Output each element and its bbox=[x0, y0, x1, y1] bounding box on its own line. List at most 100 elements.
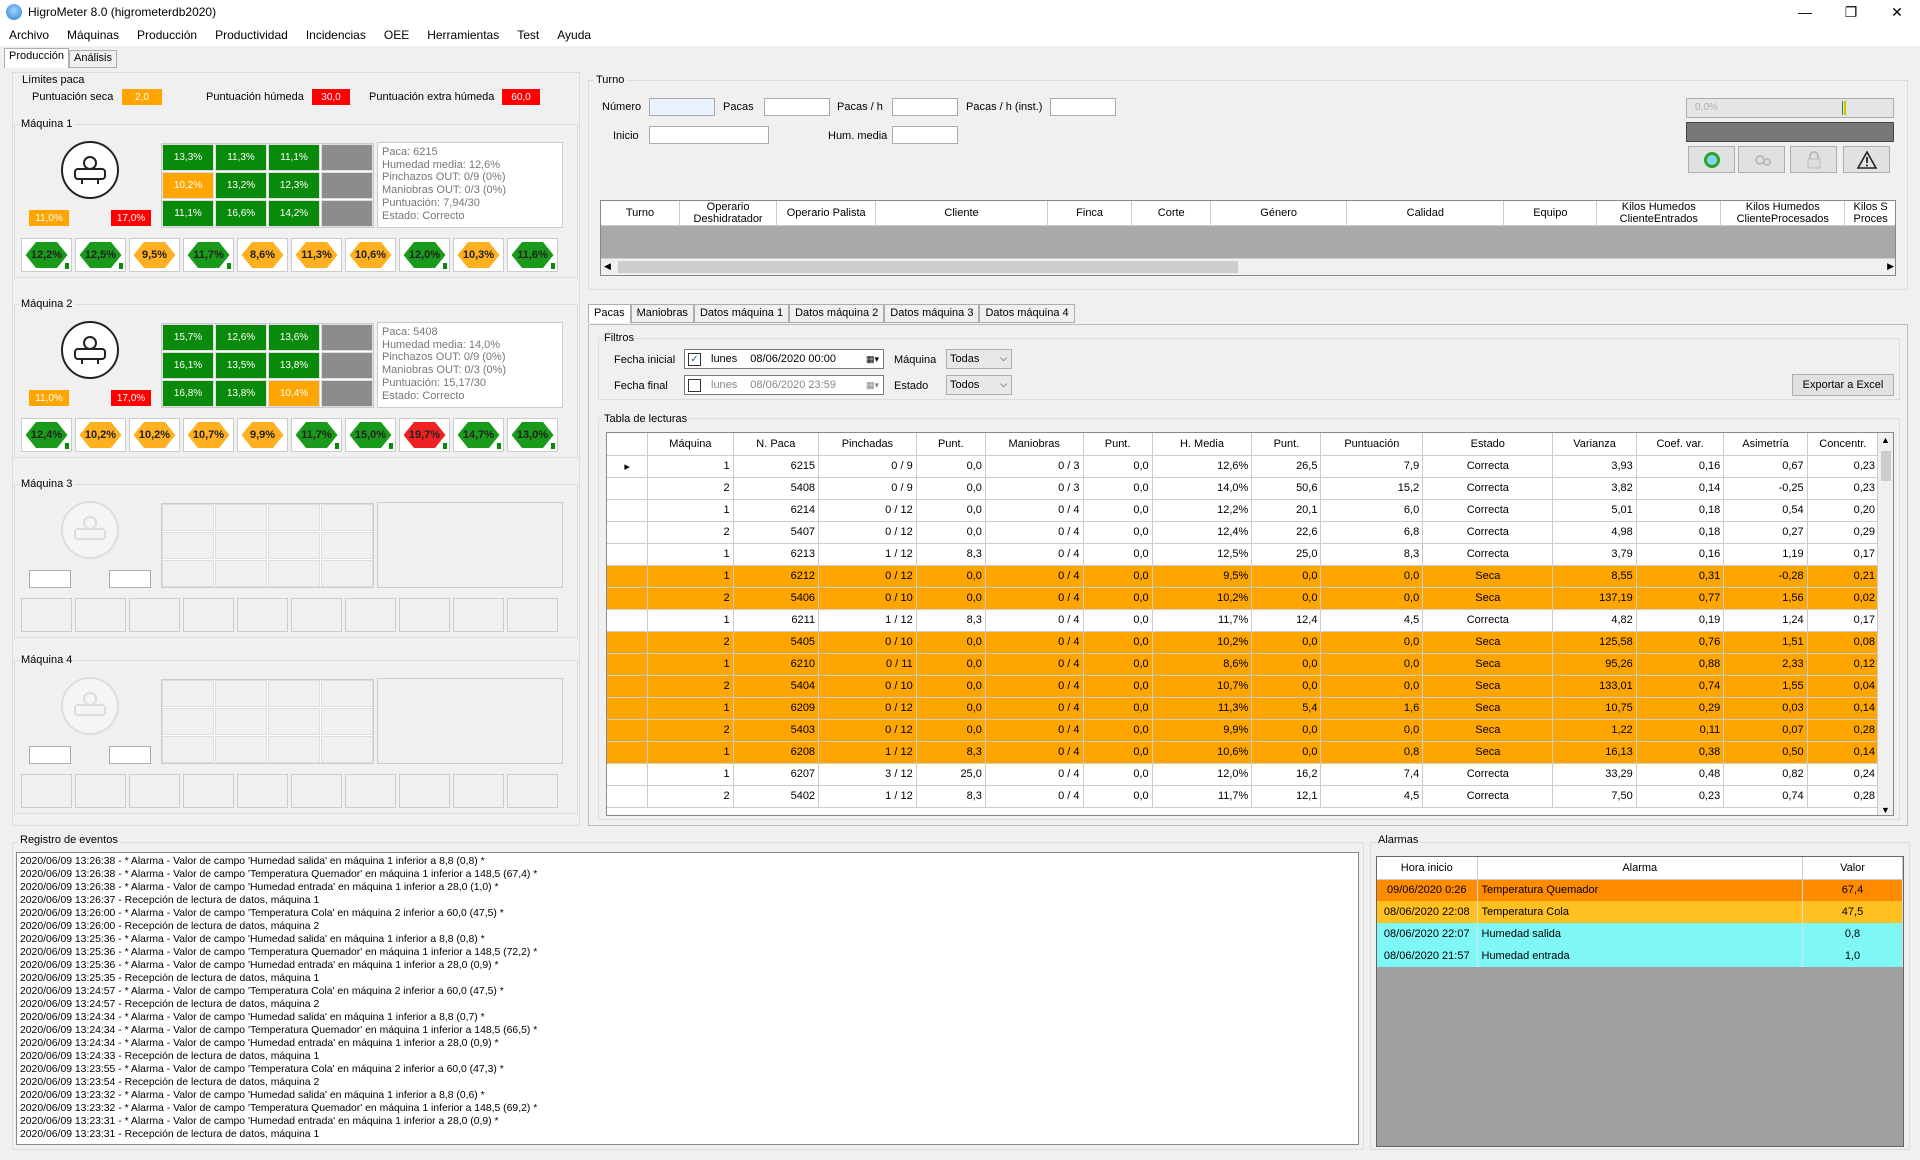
table-row[interactable]: 1 6213 1 / 12 8,3 0 / 4 0,0 12,5% 25,0 8,3 Correc… bbox=[607, 543, 1880, 566]
tab-pacas[interactable]: Pacas bbox=[588, 304, 631, 323]
scroll-left-icon[interactable]: ◀ bbox=[604, 261, 611, 272]
turno-col[interactable]: Corte bbox=[1131, 201, 1211, 226]
table-row[interactable]: 2 5408 0 / 9 0,0 0 / 3 0,0 14,0% 50,6 15,2 Correc… bbox=[607, 477, 1880, 500]
menu-maquinas[interactable]: Máquinas bbox=[58, 28, 128, 42]
turno-col[interactable]: Cliente bbox=[875, 201, 1048, 226]
readings-col[interactable]: Maniobras bbox=[985, 433, 1084, 456]
row-header[interactable] bbox=[607, 565, 649, 588]
readings-col[interactable]: Máquina bbox=[647, 433, 734, 456]
readings-col[interactable]: N. Paca bbox=[733, 433, 820, 456]
menu-test[interactable]: Test bbox=[508, 28, 548, 42]
settings-button[interactable] bbox=[1738, 146, 1785, 173]
row-header[interactable] bbox=[607, 477, 649, 500]
table-row[interactable]: 1 6211 1 / 12 8,3 0 / 4 0,0 11,7% 12,4 4,5 Correc… bbox=[607, 609, 1880, 632]
readings-col[interactable]: Puntuación bbox=[1320, 433, 1424, 456]
readings-col[interactable]: Punt. bbox=[916, 433, 986, 456]
readings-col[interactable]: Punt. bbox=[1251, 433, 1322, 456]
tab-datos-maquina-2[interactable]: Datos máquina 2 bbox=[789, 304, 885, 323]
readings-col[interactable]: Asimetría bbox=[1723, 433, 1808, 456]
menu-archivo[interactable]: Archivo bbox=[0, 28, 58, 42]
table-row[interactable]: 2 5407 0 / 12 0,0 0 / 4 0,0 12,4% 22,6 6,8 Correc… bbox=[607, 521, 1880, 544]
menu-produccion[interactable]: Producción bbox=[128, 28, 206, 42]
maximize-button[interactable]: ❐ bbox=[1828, 0, 1874, 24]
readings-vscrollbar[interactable]: ▲ ▼ bbox=[1877, 433, 1893, 815]
tab-maniobras[interactable]: Maniobras bbox=[630, 304, 694, 323]
table-row[interactable]: 1 6207 3 / 12 25,0 0 / 4 0,0 12,0% 16,2 7,4 Corre… bbox=[607, 763, 1880, 786]
turno-hscrollbar[interactable]: ◀ ▶ bbox=[601, 258, 1895, 275]
menu-oee[interactable]: OEE bbox=[375, 28, 418, 42]
row-header[interactable] bbox=[607, 499, 649, 522]
readings-col[interactable]: Concentr. bbox=[1807, 433, 1880, 456]
alarm-row[interactable]: 09/06/2020 0:26 Temperatura Quemador 67,4 bbox=[1377, 879, 1903, 901]
table-row[interactable]: 1 6212 0 / 12 0,0 0 / 4 0,0 9,5% 0,0 0,0 Seca 8,55… bbox=[607, 565, 1880, 588]
tab-datos-maquina-3[interactable]: Datos máquina 3 bbox=[884, 304, 980, 323]
turno-col[interactable]: Kilos Humedos ClienteEntrados bbox=[1596, 201, 1722, 226]
turno-col[interactable]: Operario Deshidratador bbox=[679, 201, 778, 226]
table-row[interactable]: 2 5403 0 / 12 0,0 0 / 4 0,0 9,9% 0,0 0,0 Seca 1,22… bbox=[607, 719, 1880, 742]
maquina-select[interactable]: Todas ⌵ bbox=[946, 349, 1012, 369]
tab-datos-maquina-1[interactable]: Datos máquina 1 bbox=[693, 304, 790, 323]
fecha-inicial-picker[interactable]: ✓ lunes 08/06/2020 00:00 ▦▾ bbox=[684, 349, 884, 369]
estado-select[interactable]: Todos ⌵ bbox=[946, 375, 1012, 395]
row-header[interactable] bbox=[607, 631, 649, 654]
table-row[interactable]: ▸ 1 6215 0 / 9 0,0 0 / 3 0,0 12,6% 26,5 7,9 Correc… bbox=[607, 455, 1880, 478]
table-row[interactable]: 1 6210 0 / 11 0,0 0 / 4 0,0 8,6% 0,0 0,0 Seca 95,2… bbox=[607, 653, 1880, 676]
alarm-row[interactable]: 08/06/2020 22:07 Humedad salida 0,8 bbox=[1377, 923, 1903, 945]
export-excel-button[interactable]: Exportar a Excel bbox=[1792, 374, 1894, 396]
readings-col[interactable]: H. Media bbox=[1152, 433, 1253, 456]
row-header[interactable] bbox=[607, 719, 649, 742]
scroll-thumb[interactable] bbox=[1881, 451, 1891, 481]
close-button[interactable]: ✕ bbox=[1874, 0, 1920, 24]
menu-herramientas[interactable]: Herramientas bbox=[418, 28, 508, 42]
table-row[interactable]: 1 6209 0 / 12 0,0 0 / 4 0,0 11,3% 5,4 1,6 Seca 10,… bbox=[607, 697, 1880, 720]
numero-field[interactable] bbox=[649, 98, 715, 116]
scroll-up-icon[interactable]: ▲ bbox=[1881, 435, 1890, 445]
fecha-inicial-checkbox[interactable]: ✓ bbox=[688, 353, 701, 366]
turno-col[interactable]: Kilos S Proces bbox=[1844, 201, 1895, 226]
events-log[interactable]: 2020/06/09 13:26:38 - * Alarma - Valor d… bbox=[16, 852, 1359, 1145]
scroll-down-icon[interactable]: ▼ bbox=[1881, 805, 1890, 815]
row-header[interactable] bbox=[607, 609, 649, 632]
table-row[interactable]: 2 5405 0 / 10 0,0 0 / 4 0,0 10,2% 0,0 0,0 Seca 125… bbox=[607, 631, 1880, 654]
turno-col[interactable]: Equipo bbox=[1503, 201, 1598, 226]
turno-col[interactable]: Finca bbox=[1047, 201, 1133, 226]
pacash-inst-field[interactable] bbox=[1050, 98, 1116, 116]
row-header[interactable] bbox=[607, 521, 649, 544]
table-row[interactable]: 1 6208 1 / 12 8,3 0 / 4 0,0 10,6% 0,0 0,8 Seca 16,… bbox=[607, 741, 1880, 764]
row-header[interactable] bbox=[607, 763, 649, 786]
row-header[interactable] bbox=[607, 697, 649, 720]
start-button[interactable] bbox=[1688, 146, 1735, 173]
table-row[interactable]: 1 6214 0 / 12 0,0 0 / 4 0,0 12,2% 20,1 6,0 Correc… bbox=[607, 499, 1880, 522]
row-header[interactable] bbox=[607, 741, 649, 764]
scroll-thumb[interactable] bbox=[618, 261, 1238, 273]
row-header[interactable] bbox=[607, 543, 649, 566]
turno-col[interactable]: Kilos Humedos ClienteProcesados bbox=[1720, 201, 1846, 226]
alarms-col[interactable]: Alarma bbox=[1477, 857, 1803, 880]
fecha-final-checkbox[interactable] bbox=[688, 379, 701, 392]
table-row[interactable]: 2 5402 1 / 12 8,3 0 / 4 0,0 11,7% 12,1 4,5 Correc… bbox=[607, 785, 1880, 808]
turno-col[interactable]: Género bbox=[1210, 201, 1348, 226]
alarms-col[interactable]: Valor bbox=[1802, 857, 1903, 880]
tab-datos-maquina-4[interactable]: Datos máquina 4 bbox=[979, 304, 1075, 323]
alarm-row[interactable]: 08/06/2020 22:08 Temperatura Cola 47,5 bbox=[1377, 901, 1903, 923]
alarm-row[interactable]: 08/06/2020 21:57 Humedad entrada 1,0 bbox=[1377, 945, 1903, 967]
menu-productividad[interactable]: Productividad bbox=[206, 28, 297, 42]
readings-col[interactable]: Varianza bbox=[1552, 433, 1637, 456]
table-row[interactable]: 2 5404 0 / 10 0,0 0 / 4 0,0 10,7% 0,0 0,0 Seca 133… bbox=[607, 675, 1880, 698]
row-header[interactable] bbox=[607, 653, 649, 676]
readings-col[interactable]: Punt. bbox=[1083, 433, 1153, 456]
alarms-col[interactable]: Hora inicio bbox=[1377, 857, 1478, 880]
menu-incidencias[interactable]: Incidencias bbox=[297, 28, 375, 42]
turno-col[interactable]: Calidad bbox=[1346, 201, 1505, 226]
turno-col[interactable]: Turno bbox=[601, 201, 680, 226]
row-header[interactable] bbox=[607, 785, 649, 808]
row-header[interactable]: ▸ bbox=[607, 455, 649, 478]
calendar-icon[interactable]: ▦▾ bbox=[866, 380, 879, 391]
hum-media-field[interactable] bbox=[892, 126, 958, 144]
readings-col[interactable]: Estado bbox=[1422, 433, 1554, 456]
fecha-final-picker[interactable]: lunes 08/06/2020 23:59 ▦▾ bbox=[684, 375, 884, 395]
menu-ayuda[interactable]: Ayuda bbox=[548, 28, 600, 42]
row-header[interactable] bbox=[607, 587, 649, 610]
calendar-icon[interactable]: ▦▾ bbox=[866, 354, 879, 365]
warning-button[interactable] bbox=[1843, 146, 1890, 173]
